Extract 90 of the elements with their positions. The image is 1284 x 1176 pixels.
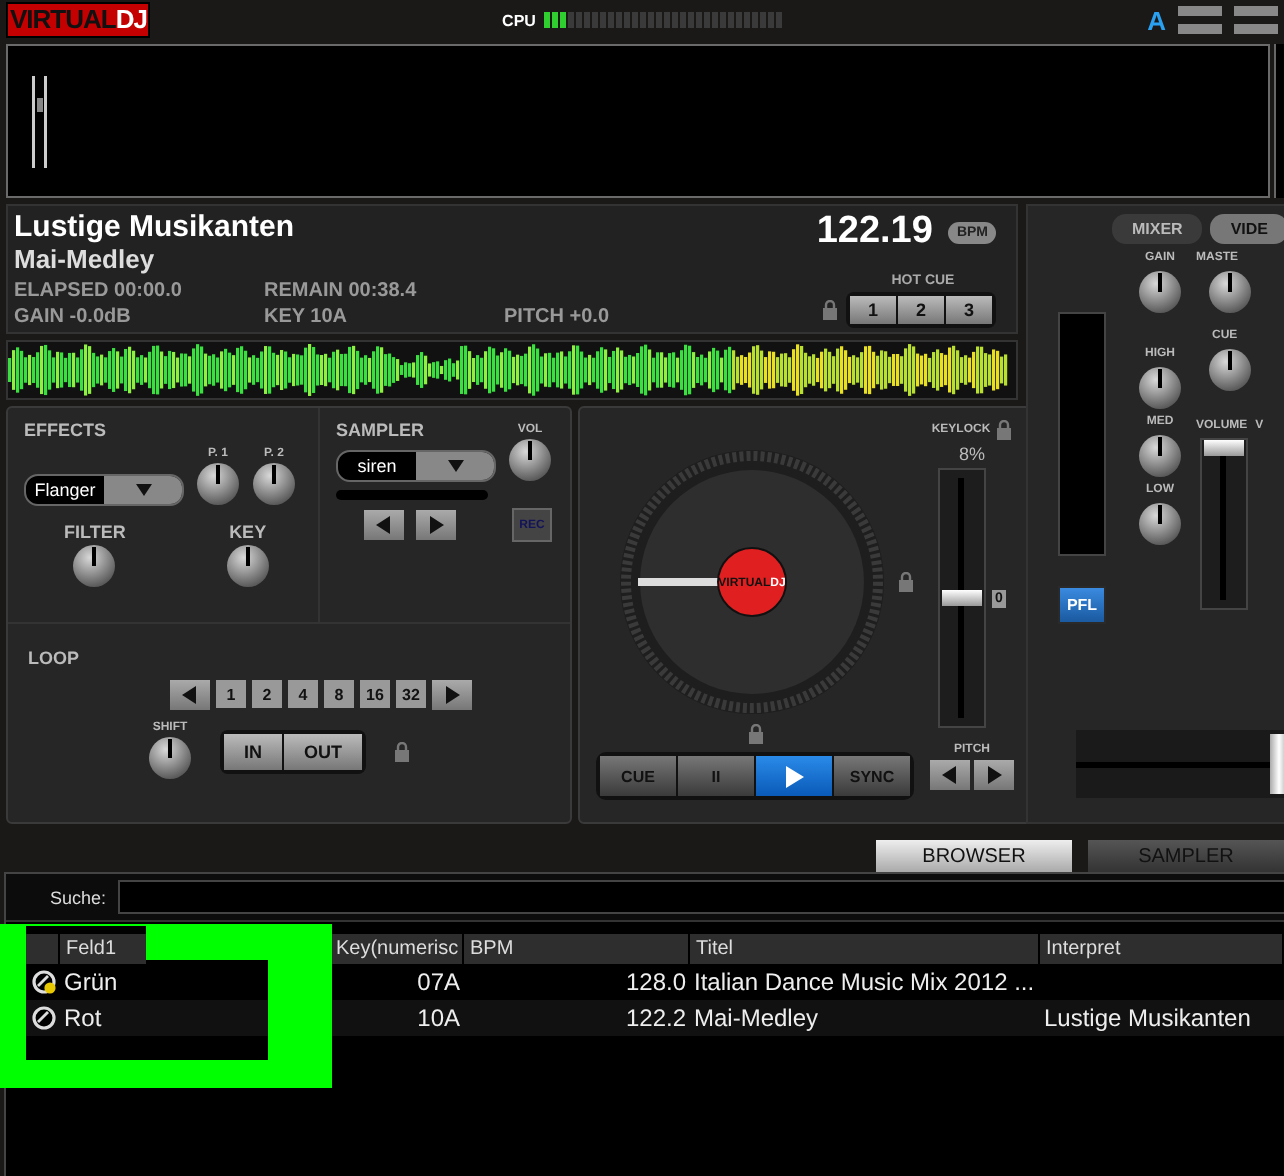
left-arrow-icon [942, 766, 958, 784]
loop-size-button[interactable]: 2 [252, 680, 282, 708]
remaining-time: REMAIN 00:38.4 [264, 279, 419, 301]
table-cell: 122.2 [625, 1004, 686, 1032]
table-cell: Mai-Medley [694, 1004, 819, 1032]
knob-label: KEY [229, 522, 267, 542]
column-header[interactable]: Key(numerisc [330, 934, 464, 964]
loop-out-button[interactable]: OUT [284, 733, 362, 769]
table-cell: 128.0 [625, 968, 686, 996]
lock-icon [897, 572, 913, 592]
right-arrow-icon [444, 686, 460, 704]
knob[interactable] [508, 438, 552, 482]
caret-icon [135, 484, 151, 496]
sample-dropdown[interactable]: siren [336, 449, 496, 481]
pitch-down-button[interactable] [930, 760, 970, 790]
column-header[interactable]: Interpret [1040, 934, 1284, 964]
loop-forward-button[interactable] [432, 680, 472, 710]
mixer-tab[interactable]: VIDE [1210, 214, 1284, 244]
fader-handle[interactable] [1204, 440, 1244, 456]
lock-icon [394, 741, 410, 761]
loop-title: LOOP [28, 648, 80, 668]
play-button[interactable] [756, 756, 832, 796]
right-arrow-icon [428, 516, 444, 534]
loop-back-button[interactable] [170, 680, 210, 710]
track-title: Mai-Medley [14, 244, 157, 274]
bpm-value: 122.19 [816, 210, 933, 254]
loop-size-button[interactable]: 8 [324, 680, 354, 708]
table-cell: Rot [64, 1004, 102, 1032]
column-header[interactable]: Titel [690, 934, 1040, 964]
table-cell: 10A [417, 1004, 460, 1032]
loop-size-button[interactable]: 4 [288, 680, 318, 708]
layout-icon[interactable] [1178, 6, 1222, 34]
fader-handle[interactable] [941, 590, 982, 606]
skin-letter[interactable]: A [1147, 5, 1166, 35]
icon-column-header [26, 934, 60, 964]
table-cell: Lustige Musikanten [1044, 1004, 1251, 1032]
knob[interactable] [72, 544, 117, 588]
left-arrow-icon [182, 686, 198, 704]
right-arrow-icon [986, 766, 1002, 784]
loop-size-button[interactable]: 16 [360, 680, 390, 708]
knob[interactable] [196, 462, 240, 506]
mixer-tab[interactable]: MIXER [1112, 214, 1203, 244]
loop-size-button[interactable]: 32 [396, 680, 426, 708]
layout-icon[interactable] [1234, 6, 1278, 34]
gain-readout: GAIN -0.0dB [14, 306, 133, 328]
hot-cue-button[interactable]: 3 [945, 296, 992, 324]
pitch-up-button[interactable] [974, 760, 1014, 790]
table-cell: Grün [64, 968, 118, 996]
knob[interactable] [1138, 366, 1182, 410]
zoom-slider-icon[interactable] [32, 75, 48, 167]
sampler-title: SAMPLER [336, 420, 425, 440]
hot-cue-button[interactable]: 2 [897, 296, 944, 324]
knob[interactable] [1208, 270, 1252, 314]
lock-icon [821, 300, 838, 320]
knob[interactable] [1208, 348, 1252, 392]
pitch-range: 8% [958, 444, 985, 464]
table-cell: Italian Dance Music Mix 2012 ... [694, 968, 1035, 996]
knob[interactable] [1138, 434, 1182, 478]
column-header[interactable]: Feld1 [60, 934, 148, 964]
track-artist: Lustige Musikanten [14, 210, 295, 244]
key-readout: KEY 10A [264, 306, 350, 328]
knob[interactable] [1138, 270, 1182, 314]
caret-icon [447, 459, 463, 471]
search-label: Suche: [50, 887, 107, 907]
left-arrow-icon [376, 516, 392, 534]
elapsed-time: ELAPSED 00:00.0 [14, 279, 184, 301]
hot-cue-button[interactable]: 1 [849, 296, 896, 324]
loop-in-button[interactable]: IN [224, 733, 282, 769]
loop-size-button[interactable]: 1 [216, 680, 246, 708]
app-logo: VIRTUALDJ [6, 2, 151, 38]
pitch-readout: PITCH +0.0 [504, 306, 610, 328]
pfl-button[interactable]: PFL [1058, 586, 1106, 624]
knob[interactable] [1138, 502, 1182, 546]
effect-dropdown[interactable]: Flanger [24, 474, 184, 506]
lock-icon [747, 724, 763, 744]
search-field[interactable] [118, 880, 1284, 914]
effects-title: EFFECTS [24, 420, 107, 440]
table-cell: 07A [417, 968, 460, 996]
knob[interactable] [148, 736, 192, 780]
cpu-label: CPU [502, 11, 536, 29]
play-icon [785, 765, 803, 787]
crossfader-handle[interactable] [1270, 734, 1284, 794]
knob-label: FILTER [64, 522, 126, 542]
browser-tab[interactable]: BROWSER [876, 840, 1072, 872]
previous-sample-button[interactable] [364, 510, 404, 540]
next-sample-button[interactable] [416, 510, 456, 540]
knob[interactable] [252, 462, 296, 506]
lock-icon [996, 420, 1013, 440]
knob[interactable] [225, 544, 270, 588]
column-header[interactable]: BPM [464, 934, 690, 964]
